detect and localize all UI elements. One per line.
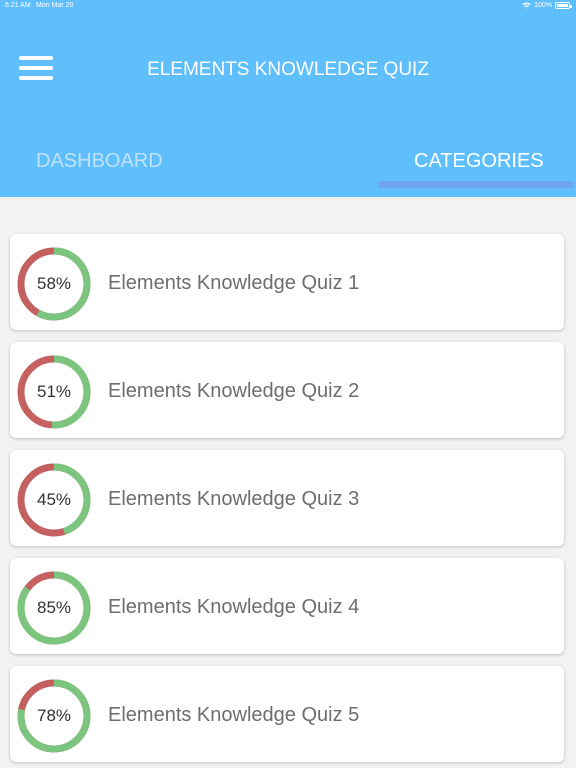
category-card[interactable]: 51% Elements Knowledge Quiz 2 <box>10 342 564 438</box>
category-title: Elements Knowledge Quiz 3 <box>108 488 360 510</box>
app-header: 6:21 AM Mon Mar 20 100% ELEMENTS KNOWLED… <box>0 0 576 197</box>
status-time: 6:21 AM <box>5 2 31 9</box>
category-card[interactable]: 78% Elements Knowledge Quiz 5 <box>10 666 564 762</box>
progress-ring: 51% <box>17 355 91 429</box>
progress-percent: 85% <box>36 598 72 617</box>
progress-percent: 51% <box>36 382 72 401</box>
progress-percent: 58% <box>36 274 72 293</box>
progress-ring: 58% <box>17 247 91 321</box>
progress-ring: 78% <box>17 679 91 753</box>
progress-ring: 45% <box>17 463 91 537</box>
tab-categories[interactable]: CATEGORIES <box>414 150 544 173</box>
category-card[interactable]: 85% Elements Knowledge Quiz 4 <box>10 558 564 654</box>
category-title: Elements Knowledge Quiz 1 <box>108 272 360 294</box>
category-title: Elements Knowledge Quiz 5 <box>108 704 360 726</box>
wifi-icon <box>522 2 531 9</box>
progress-ring: 85% <box>17 571 91 645</box>
page-title: ELEMENTS KNOWLEDGE QUIZ <box>147 59 429 80</box>
status-date: Mon Mar 20 <box>36 2 74 9</box>
category-title: Elements Knowledge Quiz 4 <box>108 596 360 618</box>
progress-percent: 45% <box>36 490 72 509</box>
category-title: Elements Knowledge Quiz 2 <box>108 380 360 402</box>
battery-icon <box>555 2 572 9</box>
active-tab-indicator <box>379 181 573 188</box>
category-card[interactable]: 45% Elements Knowledge Quiz 3 <box>10 450 564 546</box>
status-bar: 6:21 AM Mon Mar 20 100% <box>0 0 576 14</box>
category-card[interactable]: 58% Elements Knowledge Quiz 1 <box>10 234 564 330</box>
progress-percent: 78% <box>36 706 72 725</box>
tab-dashboard[interactable]: DASHBOARD <box>36 150 163 173</box>
battery-percent: 100% <box>534 2 552 9</box>
status-right: 100% <box>522 2 572 9</box>
